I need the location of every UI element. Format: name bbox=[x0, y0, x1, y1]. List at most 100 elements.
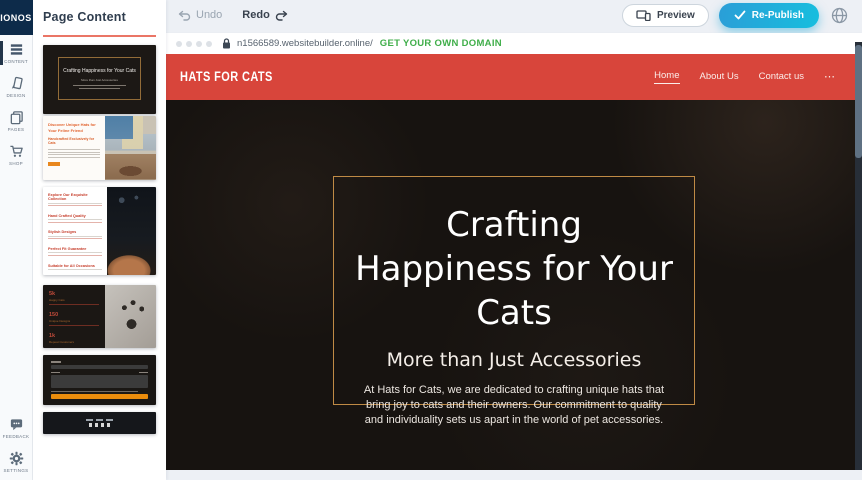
feedback-icon bbox=[9, 417, 24, 432]
check-icon bbox=[734, 10, 746, 20]
form-finetext-shape bbox=[51, 391, 138, 392]
active-indicator bbox=[0, 41, 3, 65]
thumbnail-hero-title: Crafting Happiness for Your Cats bbox=[63, 68, 136, 75]
section-thumbnail-footer[interactable] bbox=[43, 412, 156, 434]
sidebar-item-content[interactable]: CONTENT bbox=[0, 35, 33, 69]
undo-label: Undo bbox=[196, 9, 222, 21]
undo-icon bbox=[178, 10, 191, 21]
mock-browser-bar: n1566589.websitebuilder.online/ GET YOUR… bbox=[166, 33, 862, 54]
stat-value: 150 bbox=[49, 312, 99, 318]
thumbnail-stats-list: 5kHappy Cats 150Unique Designs 1kRepeat … bbox=[43, 285, 105, 348]
form-label-shape bbox=[51, 361, 61, 363]
section-thumbnail-contact-form[interactable] bbox=[43, 355, 156, 405]
page-content-panel: Page Content Crafting Happiness for Your… bbox=[33, 0, 166, 480]
stat-label: Repeat Customers bbox=[49, 340, 99, 344]
thumbnail-features-list: Explore Our Exquisite Collection Hand Cr… bbox=[43, 187, 107, 275]
feature-item: Explore Our Exquisite Collection bbox=[48, 193, 102, 201]
thumbnail-intro-heading: Discover Unique Hats for Your Feline Fri… bbox=[48, 122, 100, 133]
undo-button[interactable]: Undo bbox=[178, 9, 222, 21]
thumbnail-text-lines bbox=[48, 149, 100, 158]
feature-item: Suitable for All Occasions bbox=[48, 264, 102, 268]
thumbnail-cat-street-photo bbox=[105, 116, 156, 180]
form-textarea-shape bbox=[51, 375, 148, 388]
footer-social-icons-shape bbox=[89, 423, 111, 427]
panel-title-underline bbox=[43, 35, 156, 37]
sidebar-item-feedback[interactable]: FEEDBACK bbox=[0, 410, 33, 444]
site-url[interactable]: n1566589.websitebuilder.online/ bbox=[237, 38, 373, 49]
redo-label: Redo bbox=[242, 9, 270, 21]
lock-icon bbox=[222, 38, 231, 49]
redo-icon bbox=[275, 10, 288, 21]
sidebar-item-pages[interactable]: PAGES bbox=[0, 103, 33, 137]
site-logo[interactable]: HATS FOR CATS bbox=[180, 70, 273, 85]
nav-item-about[interactable]: About Us bbox=[700, 71, 739, 84]
stat-value: 1k bbox=[49, 333, 99, 339]
hero-heading[interactable]: Crafting Happiness for Your Cats bbox=[354, 203, 674, 336]
sidebar-item-shop[interactable]: SHOP bbox=[0, 137, 33, 171]
preview-button[interactable]: Preview bbox=[622, 4, 709, 27]
nav-item-contact[interactable]: Contact us bbox=[759, 71, 804, 84]
thumbnail-button-shape bbox=[48, 162, 60, 166]
form-input-shape bbox=[51, 365, 148, 369]
hero-subheading[interactable]: More than Just Accessories bbox=[354, 349, 674, 371]
sidebar-item-design[interactable]: DESIGN bbox=[0, 69, 33, 103]
section-thumbnail-stats[interactable]: 5kHappy Cats 150Unique Designs 1kRepeat … bbox=[43, 285, 156, 348]
footer-links-shape bbox=[86, 419, 113, 421]
thumbnail-intro-subheading: Handcrafted Exclusively for Cats bbox=[48, 137, 100, 145]
section-thumbnail-hero[interactable]: Crafting Happiness for Your Cats More th… bbox=[43, 45, 156, 114]
hero-framed-box: Crafting Happiness for Your Cats More th… bbox=[333, 176, 695, 405]
republish-button[interactable]: Re-Publish bbox=[719, 3, 819, 28]
canvas-scrollbar[interactable] bbox=[855, 42, 862, 470]
canvas-bottom-gap bbox=[166, 470, 862, 480]
form-submit-shape bbox=[51, 394, 148, 399]
pages-icon bbox=[9, 110, 24, 125]
form-label-row bbox=[51, 372, 148, 374]
scrollbar-thumb[interactable] bbox=[855, 45, 862, 158]
section-thumbnail-list: Crafting Happiness for Your Cats More th… bbox=[43, 45, 156, 434]
section-thumbnail-features[interactable]: Explore Our Exquisite Collection Hand Cr… bbox=[43, 187, 156, 275]
site-header[interactable]: HATS FOR CATS Home About Us Contact us ⋯ bbox=[166, 54, 862, 100]
nav-more-button[interactable]: ⋯ bbox=[824, 70, 836, 85]
editor-main: Undo Redo Preview bbox=[166, 0, 862, 480]
ionos-logo[interactable]: IONOS bbox=[0, 0, 33, 35]
stat-label: Unique Designs bbox=[49, 319, 99, 323]
app-window: IONOS CONTENT DESIGN PAGES bbox=[0, 0, 862, 480]
thumbnail-text-lines bbox=[62, 85, 137, 90]
globe-icon bbox=[831, 7, 848, 24]
gear-icon bbox=[9, 451, 24, 466]
sidebar-item-label: CONTENT bbox=[4, 59, 28, 64]
sidebar-item-label: FEEDBACK bbox=[3, 434, 30, 439]
hero-section[interactable]: Crafting Happiness for Your Cats More th… bbox=[166, 100, 862, 470]
section-thumbnail-intro[interactable]: Discover Unique Hats for Your Feline Fri… bbox=[43, 116, 156, 180]
content-icon bbox=[9, 42, 24, 57]
devices-icon bbox=[636, 10, 651, 21]
sidebar-item-label: SHOP bbox=[9, 161, 23, 166]
sidebar-item-label: SETTINGS bbox=[4, 468, 29, 473]
preview-label: Preview bbox=[657, 10, 695, 21]
panel-title: Page Content bbox=[43, 10, 156, 24]
design-icon bbox=[9, 76, 24, 91]
thumbnail-hero-subtitle: More than Just Accessories bbox=[81, 78, 118, 82]
icon-rail: IONOS CONTENT DESIGN PAGES bbox=[0, 0, 33, 480]
redo-button[interactable]: Redo bbox=[242, 9, 288, 21]
sidebar-item-label: DESIGN bbox=[6, 93, 25, 98]
thumbnail-hero-frame: Crafting Happiness for Your Cats More th… bbox=[58, 57, 141, 100]
hero-paragraph[interactable]: At Hats for Cats, we are dedicated to cr… bbox=[364, 383, 665, 429]
stat-label: Happy Cats bbox=[49, 298, 99, 302]
stat-value: 5k bbox=[49, 291, 99, 297]
sidebar-item-settings[interactable]: SETTINGS bbox=[0, 444, 33, 478]
get-domain-link[interactable]: GET YOUR OWN DOMAIN bbox=[380, 38, 502, 49]
republish-label: Re-Publish bbox=[752, 10, 804, 21]
nav-item-home[interactable]: Home bbox=[654, 70, 679, 84]
editor-toolbar: Undo Redo Preview bbox=[166, 0, 862, 30]
site-nav: Home About Us Contact us ⋯ bbox=[654, 70, 836, 85]
language-globe-button[interactable] bbox=[831, 7, 848, 24]
thumbnail-paw-print-photo bbox=[105, 285, 156, 348]
window-dots bbox=[176, 41, 212, 47]
feature-item: Stylish Designs bbox=[48, 230, 102, 234]
feature-item: Perfect Fit Guarantee bbox=[48, 247, 102, 251]
sidebar-item-label: PAGES bbox=[8, 127, 25, 132]
thumbnail-intro-text: Discover Unique Hats for Your Feline Fri… bbox=[43, 116, 105, 180]
site-canvas: HATS FOR CATS Home About Us Contact us ⋯… bbox=[166, 54, 862, 470]
thumbnail-orange-cat-photo bbox=[107, 187, 156, 275]
